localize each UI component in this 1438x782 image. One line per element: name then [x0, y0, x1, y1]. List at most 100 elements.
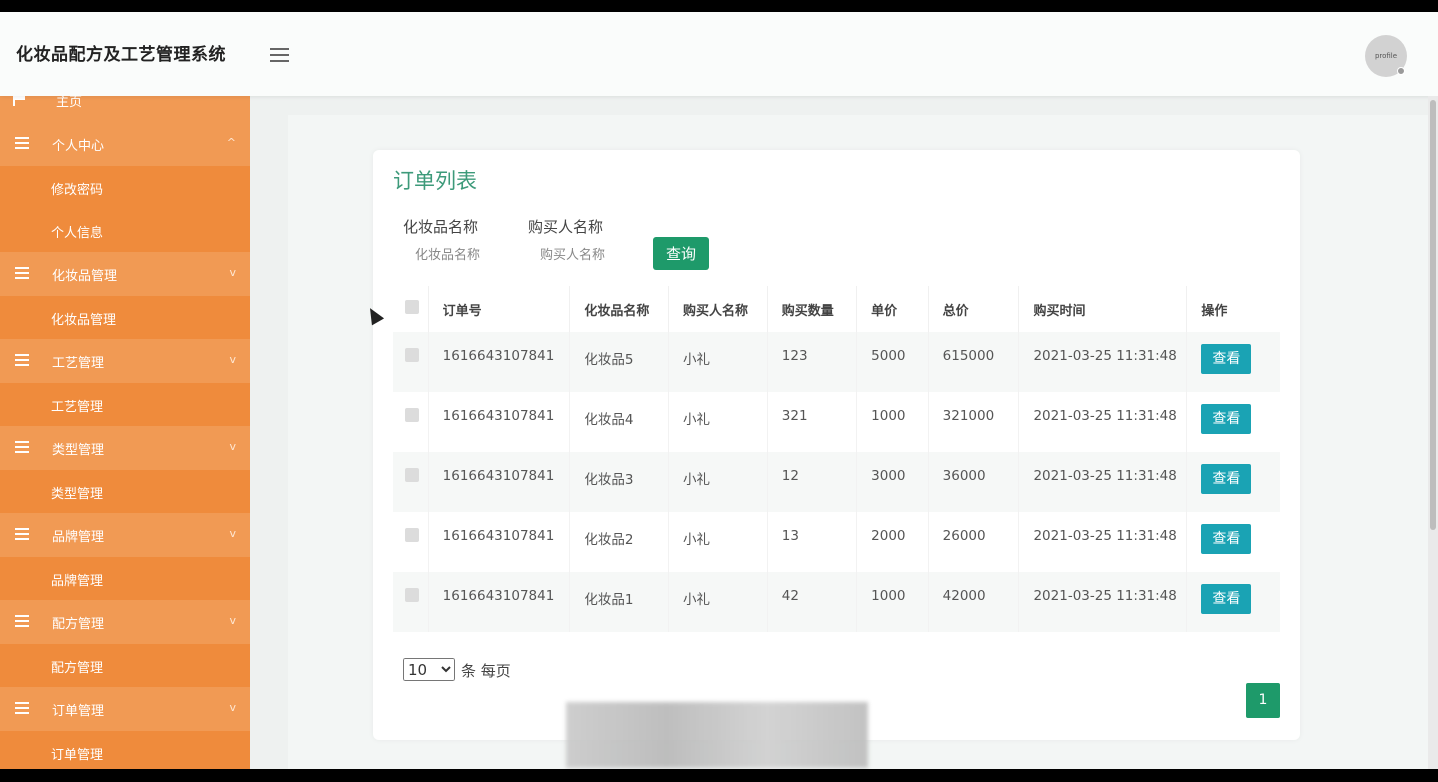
table-cell-order_no: 1616643107841 — [428, 512, 571, 572]
sidebar-item-label: 个人信息 — [51, 226, 104, 241]
table-cell-qty: 321 — [767, 392, 858, 452]
list-icon — [15, 137, 29, 149]
sidebar-group-4[interactable]: 品牌管理 v — [0, 513, 250, 557]
cosmetic-name-input[interactable] — [403, 240, 547, 270]
flag-icon — [12, 96, 26, 106]
select-all-checkbox[interactable] — [405, 300, 419, 314]
column-header: 购买时间 — [1018, 286, 1188, 332]
sidebar-group-label: 化妆品管理 — [52, 269, 118, 284]
sidebar-item-label: 修改密码 — [51, 183, 104, 198]
table-cell-cosmetic: 化妆品5 — [569, 332, 670, 392]
table-header-row: 订单号 化妆品名称 购买人名称 购买数量 单价 总价 购买时间 操作 — [393, 286, 1280, 332]
table-cell-time: 2021-03-25 11:31:48 — [1018, 512, 1188, 572]
page-button-current[interactable]: 1 — [1246, 683, 1280, 718]
row-checkbox[interactable] — [405, 468, 419, 482]
view-button[interactable]: 查看 — [1201, 404, 1252, 434]
sidebar-item-6-0[interactable]: 订单管理 — [0, 731, 250, 769]
table-cell-cosmetic: 化妆品1 — [569, 572, 670, 632]
table-cell-buyer: 小礼 — [668, 512, 768, 572]
row-select-cell — [393, 512, 429, 572]
table-cell-buyer: 小礼 — [668, 332, 768, 392]
chevron-icon: v — [229, 266, 236, 279]
order-table: 订单号 化妆品名称 购买人名称 购买数量 单价 总价 购买时间 操作 161664310784… — [393, 286, 1280, 632]
search-button[interactable]: 查询 — [653, 237, 709, 270]
row-select-cell — [393, 392, 429, 452]
sidebar-group-6[interactable]: 订单管理 v — [0, 687, 250, 731]
table-body: 1616643107841 化妆品5 小礼 123 5000 615000 2021-03-… — [393, 332, 1280, 632]
cosmetic-name-label: 化妆品名称 — [403, 218, 479, 236]
sidebar-item-5-0[interactable]: 配方管理 — [0, 644, 250, 687]
sidebar-group-label: 类型管理 — [52, 443, 105, 458]
avatar-text: profile — [1374, 52, 1398, 60]
sidebar-group-2[interactable]: 工艺管理 v — [0, 339, 250, 383]
sidebar-group-3[interactable]: 类型管理 v — [0, 426, 250, 470]
view-button[interactable]: 查看 — [1201, 524, 1252, 554]
row-checkbox[interactable] — [405, 408, 419, 422]
column-header: 化妆品名称 — [569, 286, 670, 332]
table-cell-buyer: 小礼 — [668, 572, 768, 632]
row-select-cell — [393, 452, 429, 512]
column-header: 购买人名称 — [668, 286, 768, 332]
row-checkbox[interactable] — [405, 348, 419, 362]
view-button[interactable]: 查看 — [1201, 344, 1252, 374]
page-size-select[interactable]: 10 — [403, 658, 455, 681]
sidebar-group-label: 配方管理 — [52, 617, 105, 632]
sidebar-group-1[interactable]: 化妆品管理 v — [0, 252, 250, 296]
sidebar-item-label: 工艺管理 — [51, 400, 104, 415]
view-button[interactable]: 查看 — [1201, 584, 1252, 614]
sidebar-item-label: 品牌管理 — [51, 574, 104, 589]
sidebar-item-label: 化妆品管理 — [51, 313, 117, 328]
table-cell-qty: 12 — [767, 452, 858, 512]
sidebar-item-4-0[interactable]: 品牌管理 — [0, 557, 250, 600]
list-icon — [15, 528, 29, 540]
column-header: 总价 — [928, 286, 1020, 332]
chevron-icon: v — [229, 527, 236, 540]
order-list-card: 订单列表 化妆品名称 购买人名称 查询 订单号化妆品名称购买人名称购买数量单价总… — [373, 150, 1300, 740]
table-cell-total: 26000 — [928, 512, 1020, 572]
table-cell-time: 2021-03-25 11:31:48 — [1018, 572, 1188, 632]
row-checkbox[interactable] — [405, 588, 419, 602]
table-cell-total: 42000 — [928, 572, 1020, 632]
table-cell-price: 5000 — [856, 332, 929, 392]
status-dot-icon — [1397, 67, 1405, 75]
list-icon — [15, 354, 29, 366]
sidebar-item-label: 主页 — [56, 96, 83, 110]
action-cell: 查看 — [1186, 332, 1280, 392]
chevron-icon: ^ — [226, 136, 236, 149]
sidebar-item-3-0[interactable]: 类型管理 — [0, 470, 250, 513]
action-cell: 查看 — [1186, 452, 1280, 512]
page-scrollbar[interactable] — [1428, 96, 1438, 769]
top-header: 化妆品配方及工艺管理系统 profile — [0, 12, 1438, 96]
app-title: 化妆品配方及工艺管理系统 — [16, 45, 226, 65]
avatar[interactable]: profile — [1365, 35, 1407, 77]
sidebar-group-label: 工艺管理 — [52, 356, 105, 371]
sidebar-item-0-0[interactable]: 修改密码 — [0, 166, 250, 209]
row-select-cell — [393, 332, 429, 392]
view-button[interactable]: 查看 — [1201, 464, 1252, 494]
column-header: 单价 — [856, 286, 929, 332]
sidebar-item-1-0[interactable]: 化妆品管理 — [0, 296, 250, 339]
buyer-name-input[interactable] — [528, 240, 662, 270]
blurred-overlay — [566, 702, 868, 768]
table-row: 1616643107841 化妆品2 小礼 13 2000 26000 2021-03-25… — [393, 512, 1280, 572]
row-checkbox[interactable] — [405, 528, 419, 542]
hamburger-menu-icon[interactable] — [270, 48, 289, 62]
row-select-cell — [393, 572, 429, 632]
table-cell-buyer: 小礼 — [668, 452, 768, 512]
action-cell: 查看 — [1186, 512, 1280, 572]
table-cell-order_no: 1616643107841 — [428, 392, 571, 452]
table-cell-price: 2000 — [856, 512, 929, 572]
sidebar-group-5[interactable]: 配方管理 v — [0, 600, 250, 644]
sidebar-item-2-0[interactable]: 工艺管理 — [0, 383, 250, 426]
chevron-icon: v — [229, 440, 236, 453]
sidebar-item-label: 类型管理 — [51, 487, 104, 502]
column-header: 操作 — [1186, 286, 1280, 332]
sidebar-item-home[interactable]: 主页 — [0, 96, 250, 122]
table-cell-cosmetic: 化妆品3 — [569, 452, 670, 512]
chevron-icon: v — [229, 701, 236, 714]
sidebar-group-0[interactable]: 个人中心 ^ — [0, 122, 250, 166]
scrollbar-thumb[interactable] — [1430, 100, 1436, 530]
sidebar-item-0-1[interactable]: 个人信息 — [0, 209, 250, 252]
table-cell-cosmetic: 化妆品2 — [569, 512, 670, 572]
page-title: 订单列表 — [393, 169, 477, 193]
